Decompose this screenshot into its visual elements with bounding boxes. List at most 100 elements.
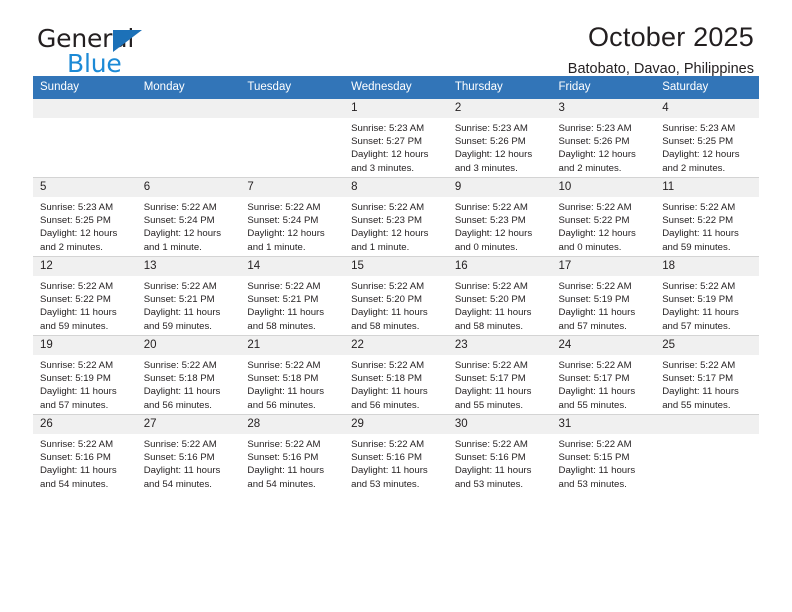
weekday-header-tuesday: Tuesday — [240, 76, 345, 99]
day-sunset-text: Sunset: 5:16 PM — [454, 452, 526, 464]
day-sun-info: Sunrise: 5:22 AM Sunset: 5:20 PM Daylight:… — [448, 276, 552, 333]
calendar-day-cell[interactable]: 6 Sunrise: 5:22 AM Sunset: 5:24 PM Daylight… — [136, 177, 241, 257]
calendar-day-cell[interactable]: 1 Sunrise: 5:23 AM Sunset: 5:27 PM Daylight… — [344, 99, 448, 178]
day-sun-info: Sunrise: 5:22 AM Sunset: 5:17 PM Daylight:… — [552, 355, 656, 412]
calendar-day-cell[interactable]: 21 Sunrise: 5:22 AM Sunset: 5:18 PM Dayligh… — [240, 335, 345, 415]
day-daylight-text: and 2 minutes. — [662, 162, 726, 174]
day-daylight-text: and 53 minutes. — [351, 478, 420, 490]
calendar-day-cell[interactable]: 28 Sunrise: 5:22 AM Sunset: 5:16 PM Dayligh… — [240, 414, 345, 493]
weekday-header-wednesday: Wednesday — [344, 76, 448, 99]
day-sunset-text: Sunset: 5:27 PM — [351, 136, 423, 148]
day-sun-info: Sunrise: 5:22 AM Sunset: 5:16 PM Daylight:… — [344, 434, 448, 491]
calendar-day-cell[interactable]: 3 Sunrise: 5:23 AM Sunset: 5:26 PM Daylight… — [551, 99, 656, 178]
day-daylight-text: Daylight: 12 hours — [662, 149, 740, 161]
day-daylight-text: and 3 minutes. — [454, 162, 518, 174]
calendar-day-cell[interactable]: 22 Sunrise: 5:22 AM Sunset: 5:18 PM Dayligh… — [344, 335, 448, 415]
day-daylight-text: and 1 minute. — [247, 241, 306, 253]
weekday-header-thursday: Thursday — [447, 76, 552, 99]
day-sunrise-text: Sunrise: 5:23 AM — [558, 123, 632, 134]
day-sunset-text: Sunset: 5:23 PM — [454, 215, 526, 227]
day-daylight-text: and 55 minutes. — [454, 399, 524, 411]
day-daylight-text: Daylight: 12 hours — [40, 228, 118, 240]
day-daylight-text: and 54 minutes. — [143, 478, 212, 490]
calendar-day-cell[interactable]: 20 Sunrise: 5:22 AM Sunset: 5:18 PM Dayligh… — [136, 335, 241, 415]
day-sun-info: Sunrise: 5:22 AM Sunset: 5:18 PM Daylight:… — [344, 355, 448, 412]
day-sunset-text: Sunset: 5:15 PM — [558, 452, 630, 464]
day-sunset-text: Sunset: 5:22 PM — [40, 294, 111, 306]
day-sun-info: Sunrise: 5:22 AM Sunset: 5:24 PM Daylight:… — [240, 197, 344, 254]
calendar-day-cell[interactable]: 29 Sunrise: 5:22 AM Sunset: 5:16 PM Dayligh… — [344, 414, 448, 493]
day-daylight-text: Daylight: 12 hours — [558, 149, 636, 161]
general-blue-logo[interactable]: General Blue — [37, 24, 237, 78]
calendar-day-cell[interactable]: 10 Sunrise: 5:22 AM Sunset: 5:22 PM Dayligh… — [551, 177, 656, 257]
day-number: 25 — [655, 336, 759, 355]
calendar-day-cell[interactable]: 31 Sunrise: 5:22 AM Sunset: 5:15 PM Dayligh… — [551, 414, 656, 493]
day-sunrise-text: Sunrise: 5:22 AM — [662, 360, 736, 371]
calendar-day-cell-empty — [240, 99, 345, 178]
day-sun-info: Sunrise: 5:22 AM Sunset: 5:24 PM Daylight:… — [137, 197, 241, 254]
day-daylight-text: Daylight: 11 hours — [558, 386, 636, 398]
day-daylight-text: and 56 minutes. — [143, 399, 212, 411]
calendar-day-cell[interactable]: 8 Sunrise: 5:22 AM Sunset: 5:23 PM Daylight… — [344, 177, 448, 257]
day-sunset-text: Sunset: 5:24 PM — [247, 215, 319, 227]
day-number: 1 — [344, 99, 448, 118]
day-daylight-text: and 1 minute. — [143, 241, 202, 253]
calendar-day-cell[interactable]: 16 Sunrise: 5:22 AM Sunset: 5:20 PM Dayligh… — [447, 256, 552, 336]
day-daylight-text: and 56 minutes. — [247, 399, 316, 411]
day-sun-info: Sunrise: 5:22 AM Sunset: 5:16 PM Daylight:… — [240, 434, 344, 491]
calendar-day-cell[interactable]: 26 Sunrise: 5:22 AM Sunset: 5:16 PM Dayligh… — [33, 414, 137, 493]
day-sunset-text: Sunset: 5:22 PM — [558, 215, 630, 227]
day-sunrise-text: Sunrise: 5:22 AM — [143, 281, 217, 292]
day-sun-info: Sunrise: 5:23 AM Sunset: 5:25 PM Daylight:… — [33, 197, 137, 254]
calendar-day-cell[interactable]: 17 Sunrise: 5:22 AM Sunset: 5:19 PM Dayligh… — [551, 256, 656, 336]
day-number — [240, 99, 345, 118]
calendar-day-cell[interactable]: 27 Sunrise: 5:22 AM Sunset: 5:16 PM Dayligh… — [136, 414, 241, 493]
day-sunrise-text: Sunrise: 5:22 AM — [558, 360, 632, 371]
day-daylight-text: and 53 minutes. — [454, 478, 524, 490]
day-sunrise-text: Sunrise: 5:22 AM — [454, 439, 528, 450]
day-number: 16 — [447, 257, 552, 276]
calendar-day-cell[interactable]: 24 Sunrise: 5:22 AM Sunset: 5:17 PM Dayligh… — [551, 335, 656, 415]
day-number: 19 — [33, 336, 137, 355]
day-number: 3 — [551, 99, 656, 118]
calendar-day-cell[interactable]: 11 Sunrise: 5:22 AM Sunset: 5:22 PM Dayligh… — [655, 177, 759, 257]
day-sun-info: Sunrise: 5:22 AM Sunset: 5:21 PM Daylight:… — [240, 276, 344, 333]
calendar-day-cell[interactable]: 19 Sunrise: 5:22 AM Sunset: 5:19 PM Dayligh… — [33, 335, 137, 415]
calendar-day-cell[interactable]: 23 Sunrise: 5:22 AM Sunset: 5:17 PM Dayligh… — [447, 335, 552, 415]
day-sun-info: Sunrise: 5:22 AM Sunset: 5:15 PM Daylight:… — [552, 434, 656, 491]
title-block: October 2025 Batobato, Davao, Philippine… — [568, 20, 754, 80]
calendar-day-cell[interactable]: 5 Sunrise: 5:23 AM Sunset: 5:25 PM Daylight… — [33, 177, 137, 257]
day-sunrise-text: Sunrise: 5:22 AM — [558, 281, 632, 292]
calendar-day-cell[interactable]: 12 Sunrise: 5:22 AM Sunset: 5:22 PM Dayligh… — [33, 256, 137, 336]
day-sun-info: Sunrise: 5:22 AM Sunset: 5:23 PM Daylight:… — [448, 197, 552, 254]
day-sun-info: Sunrise: 5:22 AM Sunset: 5:16 PM Daylight:… — [33, 434, 137, 491]
calendar-day-cell[interactable]: 4 Sunrise: 5:23 AM Sunset: 5:25 PM Daylight… — [655, 99, 759, 178]
calendar-day-cell[interactable]: 13 Sunrise: 5:22 AM Sunset: 5:21 PM Dayligh… — [136, 256, 241, 336]
day-sunrise-text: Sunrise: 5:22 AM — [40, 439, 114, 450]
day-sun-info: Sunrise: 5:23 AM Sunset: 5:26 PM Daylight:… — [448, 118, 552, 175]
day-sunrise-text: Sunrise: 5:22 AM — [143, 202, 217, 213]
calendar-body: 1 Sunrise: 5:23 AM Sunset: 5:27 PM Daylight… — [33, 99, 759, 493]
day-number: 5 — [33, 178, 137, 197]
day-sunrise-text: Sunrise: 5:22 AM — [351, 281, 425, 292]
logo-text-blue: Blue — [67, 49, 122, 78]
day-sunset-text: Sunset: 5:17 PM — [454, 373, 526, 385]
calendar-day-cell[interactable]: 7 Sunrise: 5:22 AM Sunset: 5:24 PM Daylight… — [240, 177, 345, 257]
calendar-day-cell[interactable]: 18 Sunrise: 5:22 AM Sunset: 5:19 PM Dayligh… — [655, 256, 759, 336]
calendar-day-cell[interactable]: 9 Sunrise: 5:22 AM Sunset: 5:23 PM Daylight… — [447, 177, 552, 257]
calendar-day-cell[interactable]: 14 Sunrise: 5:22 AM Sunset: 5:21 PM Dayligh… — [240, 256, 345, 336]
day-sunset-text: Sunset: 5:25 PM — [662, 136, 734, 148]
day-sunrise-text: Sunrise: 5:22 AM — [40, 360, 114, 371]
calendar-day-cell[interactable]: 25 Sunrise: 5:22 AM Sunset: 5:17 PM Dayligh… — [655, 335, 759, 415]
day-daylight-text: Daylight: 11 hours — [143, 307, 221, 319]
day-sun-info: Sunrise: 5:22 AM Sunset: 5:18 PM Daylight:… — [240, 355, 344, 412]
calendar-day-cell[interactable]: 30 Sunrise: 5:22 AM Sunset: 5:16 PM Dayligh… — [447, 414, 552, 493]
day-sun-info: Sunrise: 5:22 AM Sunset: 5:18 PM Daylight:… — [137, 355, 241, 412]
day-daylight-text: Daylight: 12 hours — [558, 228, 636, 240]
day-number: 28 — [240, 415, 345, 434]
day-daylight-text: Daylight: 11 hours — [351, 386, 428, 398]
day-sunset-text: Sunset: 5:18 PM — [247, 373, 319, 385]
calendar-day-cell[interactable]: 15 Sunrise: 5:22 AM Sunset: 5:20 PM Dayligh… — [344, 256, 448, 336]
calendar-day-cell[interactable]: 2 Sunrise: 5:23 AM Sunset: 5:26 PM Daylight… — [447, 99, 552, 178]
day-sunrise-text: Sunrise: 5:22 AM — [454, 281, 528, 292]
